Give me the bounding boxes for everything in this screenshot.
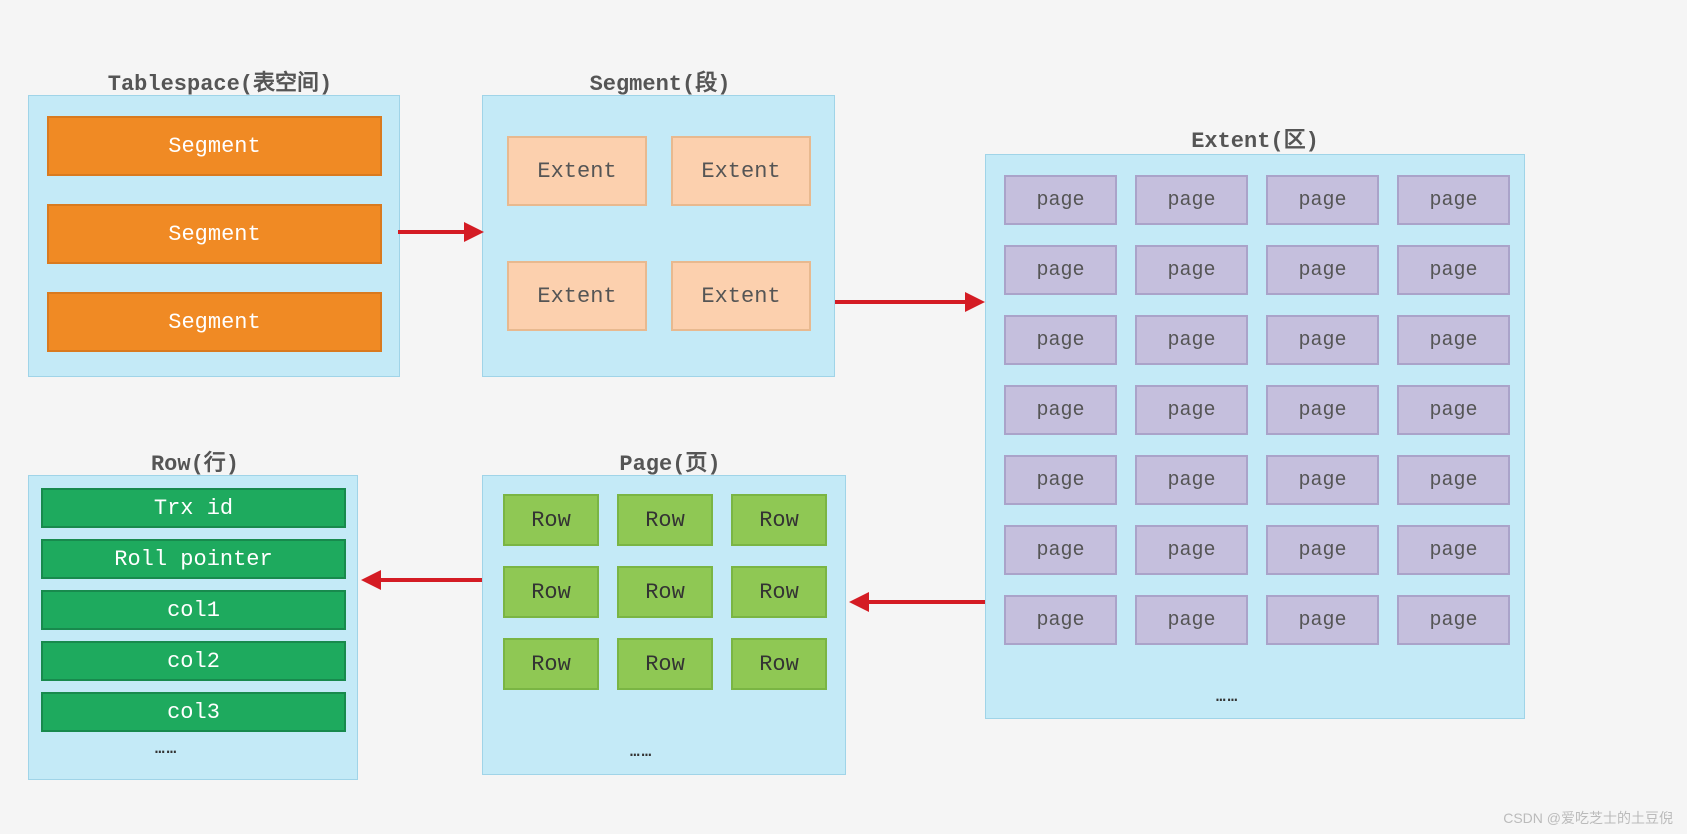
- extent-page: page: [1004, 385, 1117, 435]
- row-item: Roll pointer: [41, 539, 346, 579]
- extent-page: page: [1397, 245, 1510, 295]
- page-row: Row: [731, 638, 827, 690]
- extent-page: page: [1266, 385, 1379, 435]
- segment-extent: Extent: [507, 261, 647, 331]
- page-title: Page(页): [595, 445, 745, 477]
- segment-title: Segment(段): [560, 65, 760, 97]
- segment-extent: Extent: [671, 261, 811, 331]
- tablespace-title: Tablespace(表空间): [100, 65, 340, 97]
- extent-box: page page page page page page page page page page…: [985, 154, 1525, 719]
- extent-page: page: [1004, 315, 1117, 365]
- row-ellipsis: ……: [155, 740, 178, 758]
- extent-page: page: [1397, 175, 1510, 225]
- page-box: Row Row Row Row Row Row Row Row Row: [482, 475, 846, 775]
- row-item: Trx id: [41, 488, 346, 528]
- page-row: Row: [731, 494, 827, 546]
- page-row: Row: [731, 566, 827, 618]
- tablespace-box: Segment Segment Segment: [28, 95, 400, 377]
- extent-page: page: [1266, 455, 1379, 505]
- segment-extent: Extent: [507, 136, 647, 206]
- arrow-page-to-row: [357, 568, 487, 598]
- tablespace-segment: Segment: [47, 292, 382, 352]
- watermark: CSDN @爱吃芝士的土豆倪: [1503, 808, 1673, 828]
- extent-page: page: [1266, 315, 1379, 365]
- extent-page: page: [1397, 455, 1510, 505]
- tablespace-segment: Segment: [47, 116, 382, 176]
- extent-page: page: [1397, 315, 1510, 365]
- page-row: Row: [617, 638, 713, 690]
- arrow-extent-to-page: [845, 590, 990, 620]
- segment-extent: Extent: [671, 136, 811, 206]
- extent-page: page: [1004, 455, 1117, 505]
- row-box: Trx id Roll pointer col1 col2 col3: [28, 475, 358, 780]
- row-item: col1: [41, 590, 346, 630]
- extent-page: page: [1135, 525, 1248, 575]
- extent-page: page: [1135, 455, 1248, 505]
- row-title: Row(行): [120, 445, 270, 477]
- extent-ellipsis: ……: [1216, 688, 1239, 706]
- extent-page: page: [1135, 595, 1248, 645]
- extent-page: page: [1004, 245, 1117, 295]
- extent-page: page: [1397, 595, 1510, 645]
- tablespace-segment: Segment: [47, 204, 382, 264]
- page-row: Row: [503, 494, 599, 546]
- extent-page: page: [1004, 595, 1117, 645]
- row-item: col3: [41, 692, 346, 732]
- arrow-segment-to-extent: [835, 290, 990, 320]
- extent-page: page: [1135, 175, 1248, 225]
- extent-page: page: [1266, 245, 1379, 295]
- page-row: Row: [503, 638, 599, 690]
- extent-page: page: [1266, 525, 1379, 575]
- extent-page: page: [1135, 315, 1248, 365]
- extent-title: Extent(区): [1155, 122, 1355, 154]
- extent-page: page: [1004, 525, 1117, 575]
- extent-page: page: [1266, 595, 1379, 645]
- extent-page: page: [1397, 525, 1510, 575]
- page-ellipsis: ……: [630, 743, 653, 761]
- extent-page: page: [1266, 175, 1379, 225]
- page-row: Row: [617, 494, 713, 546]
- extent-page: page: [1135, 385, 1248, 435]
- page-row: Row: [617, 566, 713, 618]
- page-row: Row: [503, 566, 599, 618]
- extent-page: page: [1004, 175, 1117, 225]
- extent-page: page: [1135, 245, 1248, 295]
- extent-page: page: [1397, 385, 1510, 435]
- arrow-tablespace-to-segment: [398, 220, 488, 250]
- segment-box: Extent Extent Extent Extent: [482, 95, 835, 377]
- row-item: col2: [41, 641, 346, 681]
